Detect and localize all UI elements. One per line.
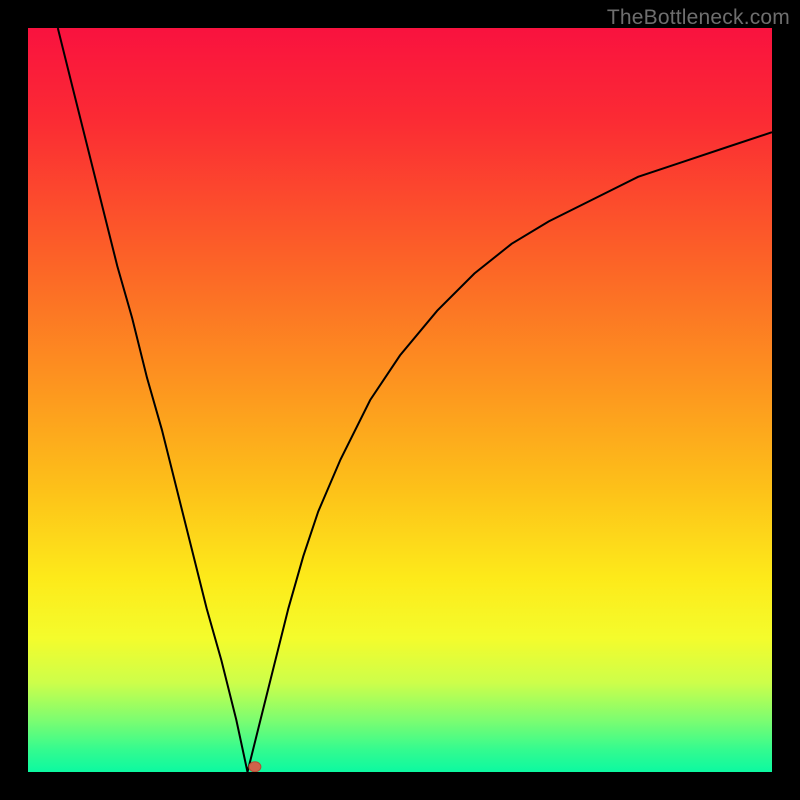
gradient-background: [28, 28, 772, 772]
watermark-text: TheBottleneck.com: [607, 6, 790, 30]
outer-frame: TheBottleneck.com: [0, 0, 800, 800]
minimum-marker: [249, 762, 261, 772]
chart-svg: [28, 28, 772, 772]
plot-area: [28, 28, 772, 772]
